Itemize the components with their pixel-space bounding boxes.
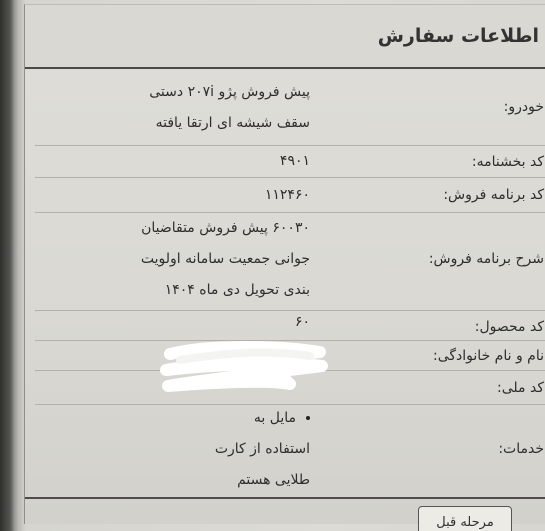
value-services-line-2: طلایی هستم xyxy=(237,472,310,488)
row-circular-code: کد بخشنامه: ۴۹۰۱ xyxy=(35,146,545,178)
value-description-line-1: ۶۰۰۳۰ پیش فروش متقاضیان xyxy=(141,220,310,236)
order-details-table: خودرو: پیش فروش پژو ۲۰۷i دستی سقف شیشه ا… xyxy=(35,73,545,497)
value-services-line-1: استفاده از کارت xyxy=(214,441,310,457)
label-car: خودرو: xyxy=(503,99,544,115)
value-description-line-3: بندی تحویل دی ماه ۱۴۰۴ xyxy=(164,282,310,298)
value-car-line-2: سقف شیشه ای ارتقا یافته xyxy=(155,115,310,131)
photo-background: اطلاعات سفارش خودرو: پیش فروش پژو ۲۰۷i د… xyxy=(0,0,545,531)
label-sales-program-description: شرح برنامه فروش: xyxy=(428,251,544,267)
services-bullet-text: مایل به xyxy=(253,410,296,426)
label-full-name: نام و نام خانوادگی: xyxy=(433,348,544,364)
value-sales-program-code: ۱۱۲۴۶۰ xyxy=(264,187,310,203)
value-circular-code: ۴۹۰۱ xyxy=(279,153,310,169)
value-car: پیش فروش پژو ۲۰۷i دستی سقف شیشه ای ارتقا… xyxy=(149,77,310,139)
screen-bezel-edge xyxy=(0,0,14,531)
label-national-id: کد ملی: xyxy=(497,380,544,396)
value-services: مایل به استفاده از کارت طلایی هستم xyxy=(215,403,310,496)
label-circular-code: کد بخشنامه: xyxy=(471,154,544,170)
value-product-code: ۶۰ xyxy=(294,314,310,330)
value-sales-program-description: ۶۰۰۳۰ پیش فروش متقاضیان جوانی جمعیت ساما… xyxy=(141,213,310,306)
label-services: خدمات: xyxy=(498,441,544,457)
redaction-scribble xyxy=(160,341,328,392)
row-sales-program-description: شرح برنامه فروش: ۶۰۰۳۰ پیش فروش متقاضیان… xyxy=(35,213,545,311)
row-product-code: کد محصول: ۶۰ xyxy=(35,311,545,341)
value-car-line-1: پیش فروش پژو ۲۰۷i دستی xyxy=(149,84,310,100)
bullet-icon xyxy=(306,416,310,420)
back-button[interactable]: مرحله قبل xyxy=(418,506,512,531)
label-product-code: کد محصول: xyxy=(474,319,544,335)
order-info-panel: اطلاعات سفارش خودرو: پیش فروش پژو ۲۰۷i د… xyxy=(24,4,545,524)
row-car: خودرو: پیش فروش پژو ۲۰۷i دستی سقف شیشه ا… xyxy=(35,73,545,146)
row-services: خدمات: مایل به استفاده از کارت طلایی هست… xyxy=(35,405,545,497)
value-description-line-2: جوانی جمعیت سامانه اولویت xyxy=(140,251,310,267)
panel-title: اطلاعات سفارش xyxy=(377,25,539,47)
panel-header: اطلاعات سفارش xyxy=(25,5,545,69)
label-sales-program-code: کد برنامه فروش: xyxy=(443,187,544,203)
panel-footer-divider xyxy=(25,497,545,499)
row-sales-program-code: کد برنامه فروش: ۱۱۲۴۶۰ xyxy=(35,178,545,213)
